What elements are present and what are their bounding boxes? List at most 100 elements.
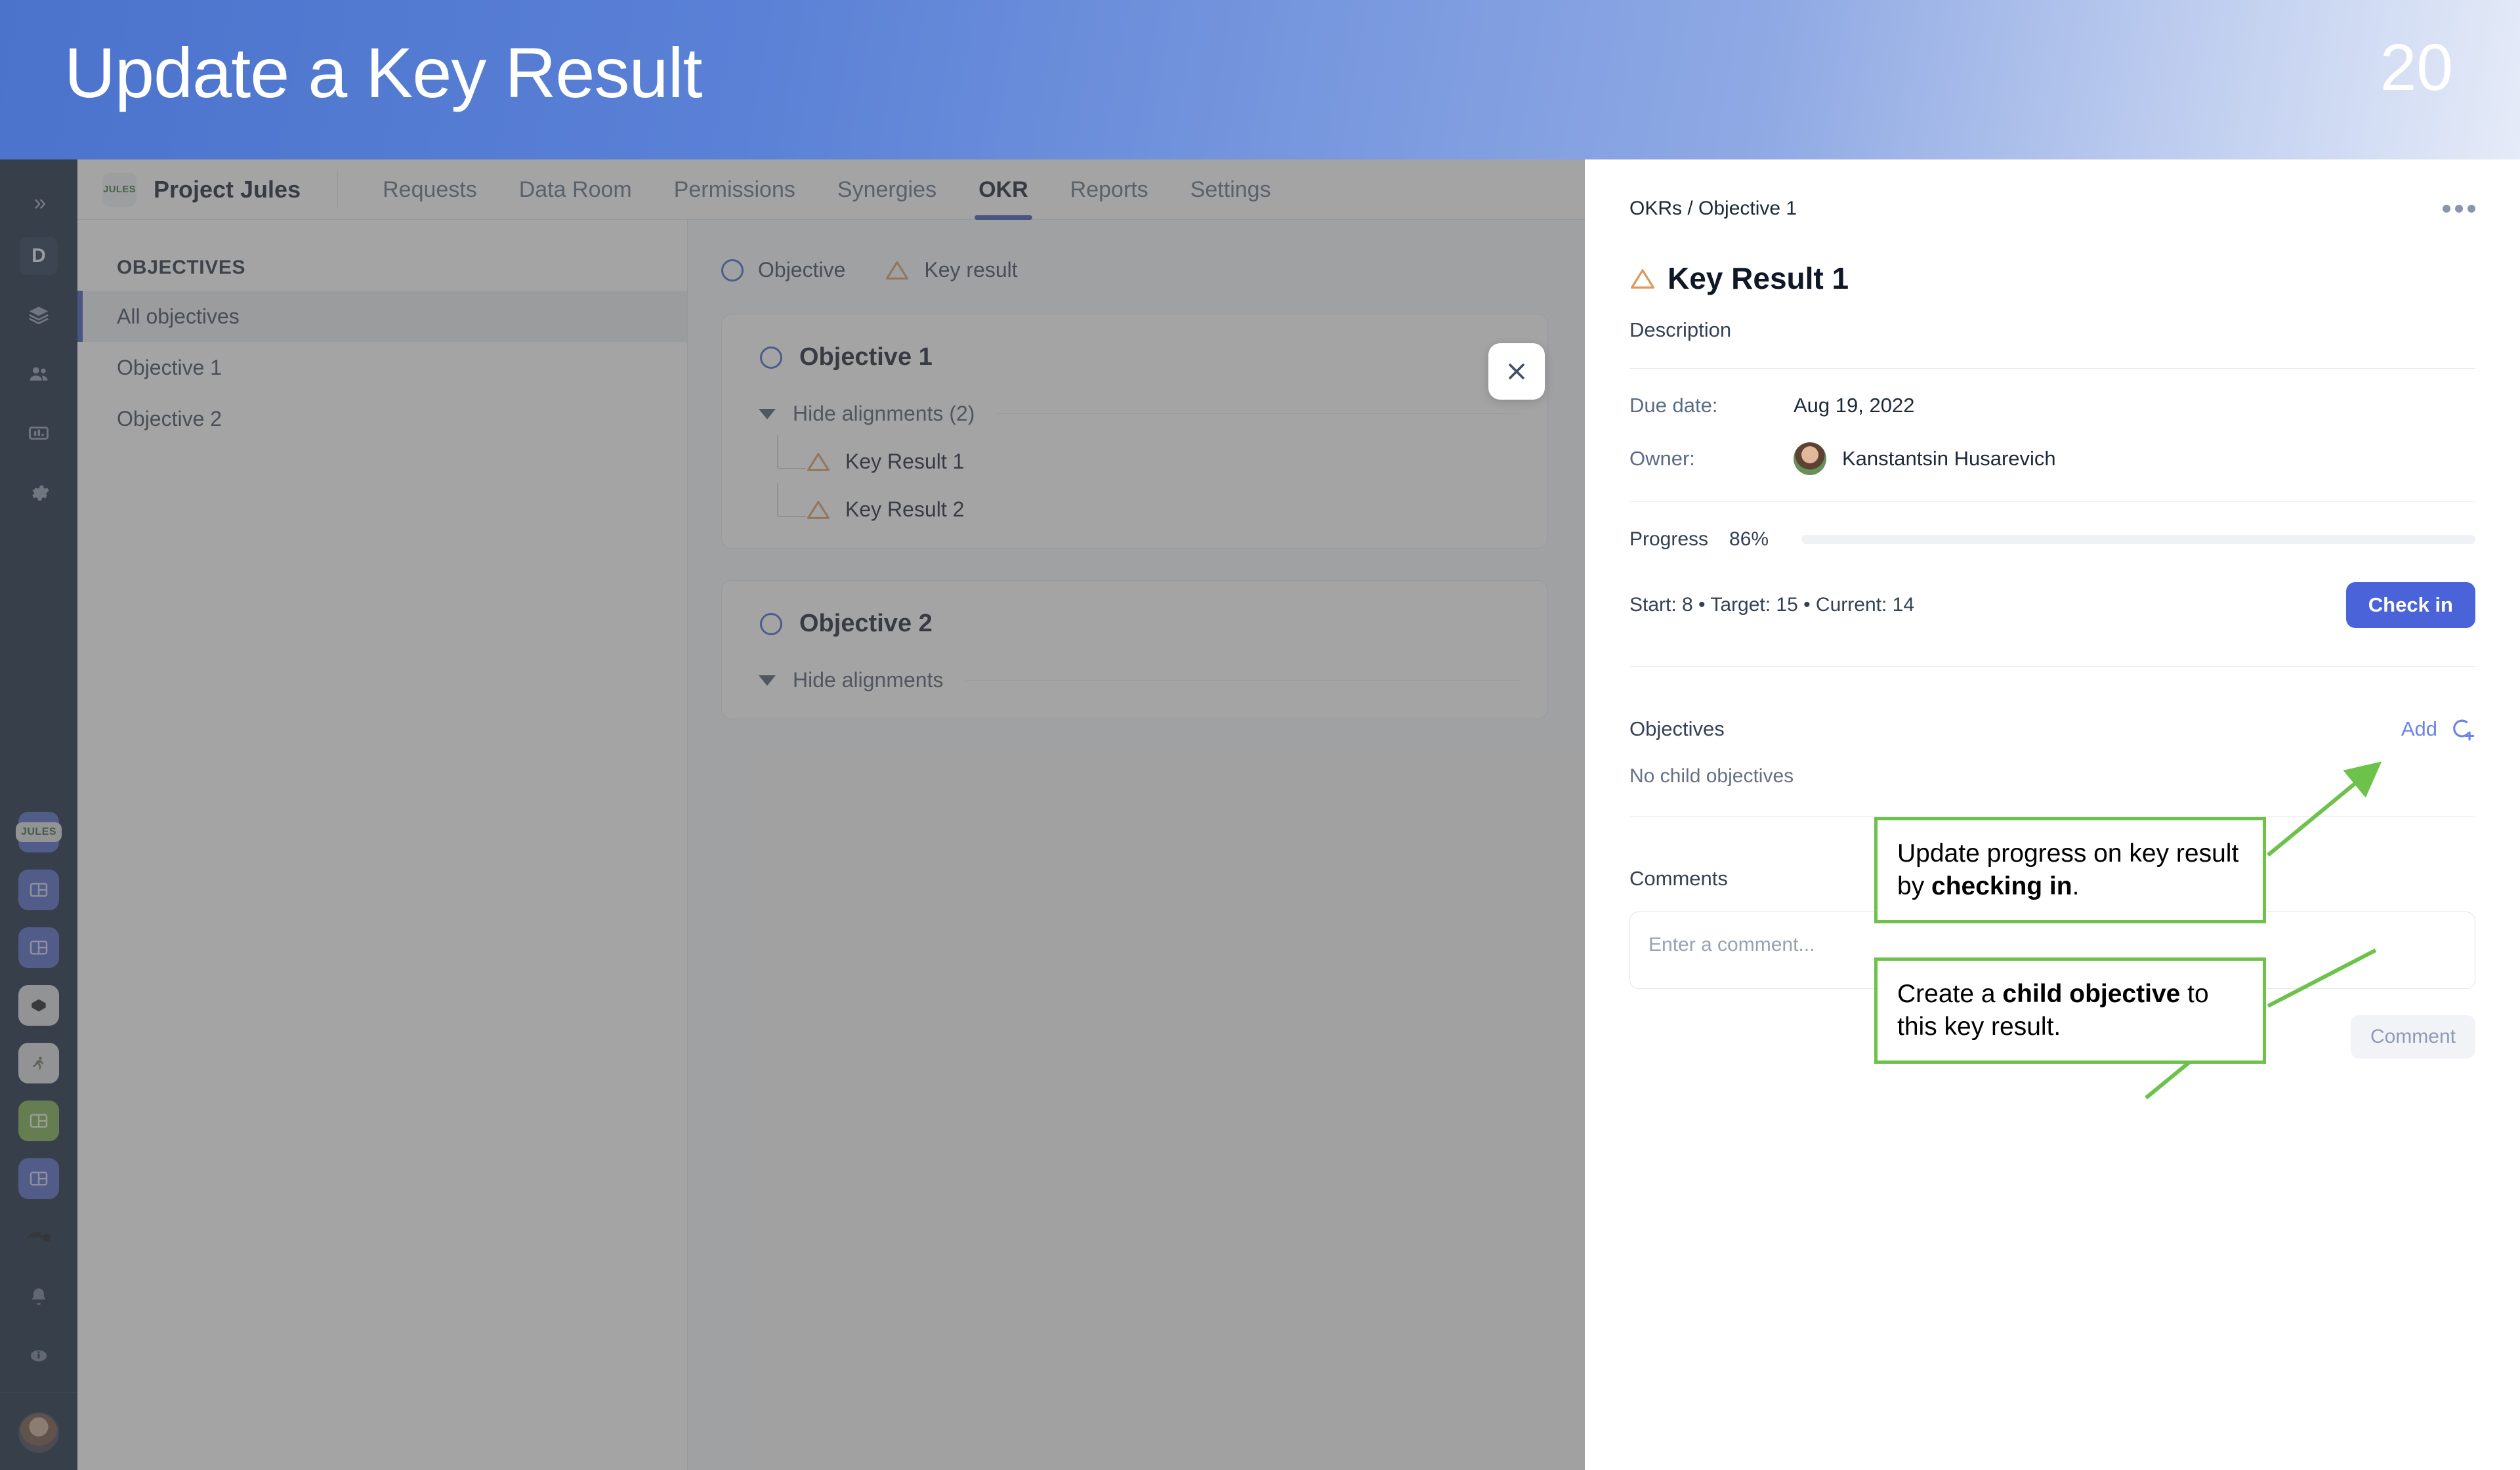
okr-alignments-label-1: Hide alignments (2) bbox=[793, 402, 975, 425]
sidebar-item-all-objectives-label: All objectives bbox=[117, 304, 240, 328]
okr-card-header-1: Objective 1 bbox=[722, 343, 1547, 371]
tab-reports[interactable]: Reports bbox=[1049, 159, 1169, 220]
stats-row: Start: 8 • Target: 15 • Current: 14 Chec… bbox=[1585, 551, 2520, 628]
project-tile-blue-4[interactable] bbox=[18, 1158, 59, 1199]
circle-icon bbox=[760, 612, 782, 635]
panel-divider-2 bbox=[1629, 501, 2475, 502]
annotation-child-objective: Create a child objective to this key res… bbox=[1874, 957, 2266, 1064]
chevron-down-icon bbox=[759, 408, 776, 419]
notifications-bell-icon[interactable] bbox=[20, 1278, 58, 1316]
close-panel-button[interactable] bbox=[1488, 343, 1545, 400]
panel-divider-3 bbox=[1629, 666, 2475, 667]
okr-alignments-rule-2 bbox=[965, 680, 1521, 681]
triangle-icon bbox=[806, 451, 831, 473]
due-date-label: Due date: bbox=[1629, 394, 1718, 417]
progress-bar bbox=[1801, 535, 2475, 544]
rail-divider bbox=[0, 1392, 77, 1393]
annotation-check-in: Update progress on key result by checkin… bbox=[1874, 817, 2266, 923]
header-divider bbox=[337, 171, 339, 208]
okr-card-objective-2[interactable]: Objective 2 Hide alignments bbox=[721, 580, 1548, 719]
due-date-value[interactable]: Aug 19, 2022 bbox=[1794, 394, 1914, 417]
add-child-objective-button[interactable]: Add bbox=[2401, 717, 2475, 742]
tab-okr[interactable]: OKR bbox=[957, 159, 1049, 220]
tree-elbow bbox=[777, 434, 806, 469]
project-tile-jules[interactable]: JULES bbox=[15, 812, 62, 852]
project-tabs: Requests Data Room Permissions Synergies… bbox=[362, 159, 1292, 220]
project-tile-green[interactable] bbox=[18, 1101, 59, 1141]
chevron-down-icon bbox=[759, 675, 776, 686]
comment-placeholder: Enter a comment... bbox=[1648, 934, 1815, 956]
okr-alignments-toggle-1[interactable]: Hide alignments (2) bbox=[722, 402, 1547, 426]
close-icon bbox=[1509, 364, 1524, 379]
owner-value-wrap[interactable]: Kanstantsin Husarevich bbox=[1794, 442, 2056, 475]
tab-requests[interactable]: Requests bbox=[362, 159, 498, 220]
owner-avatar bbox=[1794, 442, 1826, 475]
gear-icon[interactable] bbox=[20, 473, 58, 511]
project-logo-label: JULES bbox=[103, 184, 136, 195]
annotation-1-text-bold: checking in bbox=[1931, 872, 2072, 900]
project-tile-dark[interactable] bbox=[18, 985, 59, 1026]
annotation-2-text-bold: child objective bbox=[2002, 980, 2181, 1008]
comment-submit-button[interactable]: Comment bbox=[2350, 1015, 2475, 1059]
dimmed-app-content: » D JULES JULES Project Jules Requests D… bbox=[0, 159, 1585, 1470]
objectives-section-label: Objectives bbox=[1629, 717, 1725, 740]
project-logo: JULES bbox=[102, 172, 136, 207]
user-avatar[interactable] bbox=[18, 1412, 59, 1453]
sidebar-item-objective-2-label: Objective 2 bbox=[117, 406, 222, 430]
breadcrumb[interactable]: OKRs / Objective 1 bbox=[1629, 198, 1797, 220]
expand-rail-icon[interactable]: » bbox=[34, 190, 47, 216]
sidebar-item-objective-1[interactable]: Objective 1 bbox=[77, 342, 687, 393]
workspace-d-icon[interactable]: D bbox=[20, 237, 58, 275]
progress-label: Progress bbox=[1629, 528, 1709, 550]
people-icon[interactable] bbox=[20, 355, 58, 393]
project-tile-logo[interactable] bbox=[18, 1216, 59, 1257]
page-title: Key Result 1 bbox=[1668, 261, 1849, 295]
key-result-row-1[interactable]: Key Result 1 bbox=[722, 434, 1547, 474]
progress-percent: 86% bbox=[1729, 528, 1769, 550]
circle-icon bbox=[721, 259, 744, 282]
objectives-section-header: Objectives Add bbox=[1585, 717, 2520, 742]
sidebar-item-objective-1-label: Objective 1 bbox=[117, 355, 222, 379]
project-tile-blue-1[interactable] bbox=[18, 870, 59, 910]
tab-settings[interactable]: Settings bbox=[1169, 159, 1292, 220]
reports-icon[interactable] bbox=[20, 414, 58, 452]
okr-card-title-1: Objective 1 bbox=[799, 343, 933, 371]
workspace-d-label: D bbox=[32, 245, 46, 266]
add-label: Add bbox=[2401, 717, 2437, 740]
tab-synergies[interactable]: Synergies bbox=[816, 159, 957, 220]
due-date-row: Due date: Aug 19, 2022 bbox=[1585, 394, 2520, 417]
okr-card-objective-1[interactable]: Objective 1 Hide alignments (2) Key Resu… bbox=[721, 314, 1548, 549]
sidebar-item-all-objectives[interactable]: All objectives bbox=[77, 291, 687, 342]
okr-alignments-label-2: Hide alignments bbox=[793, 668, 944, 692]
owner-label: Owner: bbox=[1629, 447, 1695, 470]
slide-banner: Update a Key Result 20 bbox=[0, 0, 2520, 159]
info-icon[interactable] bbox=[20, 1337, 58, 1375]
triangle-icon bbox=[1629, 267, 1654, 289]
slide-number: 20 bbox=[2380, 31, 2453, 104]
key-result-label-1: Key Result 1 bbox=[845, 450, 965, 473]
panel-breadcrumb-row: OKRs / Objective 1 bbox=[1585, 159, 2520, 220]
more-options-icon[interactable] bbox=[2443, 205, 2475, 213]
okr-alignments-toggle-2[interactable]: Hide alignments bbox=[722, 668, 1547, 692]
okr-main-content: Objective Key result Objective 1 Hide al… bbox=[688, 220, 1585, 1470]
panel-description[interactable]: Description bbox=[1585, 296, 2520, 342]
owner-row: Owner: Kanstantsin Husarevich bbox=[1585, 442, 2520, 475]
sidebar-item-objective-2[interactable]: Objective 2 bbox=[77, 393, 687, 444]
annotation-2-text-before: Create a bbox=[1897, 980, 2003, 1008]
key-result-detail-panel: OKRs / Objective 1 Key Result 1 Descript… bbox=[1585, 159, 2520, 1470]
key-result-row-2[interactable]: Key Result 2 bbox=[722, 482, 1547, 522]
legend-key-result: Key result bbox=[885, 258, 1018, 282]
owner-name: Kanstantsin Husarevich bbox=[1842, 447, 2056, 470]
objectives-sidebar: OBJECTIVES All objectives Objective 1 Ob… bbox=[77, 220, 688, 1470]
circle-icon bbox=[760, 346, 782, 369]
layers-icon[interactable] bbox=[20, 296, 58, 334]
check-in-button[interactable]: Check in bbox=[2345, 582, 2475, 628]
tab-data-room[interactable]: Data Room bbox=[498, 159, 653, 220]
legend-objective-label: Objective bbox=[758, 258, 846, 282]
project-header: JULES Project Jules Requests Data Room P… bbox=[77, 159, 1585, 220]
tab-permissions[interactable]: Permissions bbox=[653, 159, 816, 220]
project-tile-blue-2[interactable] bbox=[18, 927, 59, 968]
app-window: » D JULES JULES Project Jules Requests D… bbox=[0, 159, 2520, 1470]
project-tile-runner[interactable] bbox=[18, 1043, 59, 1083]
